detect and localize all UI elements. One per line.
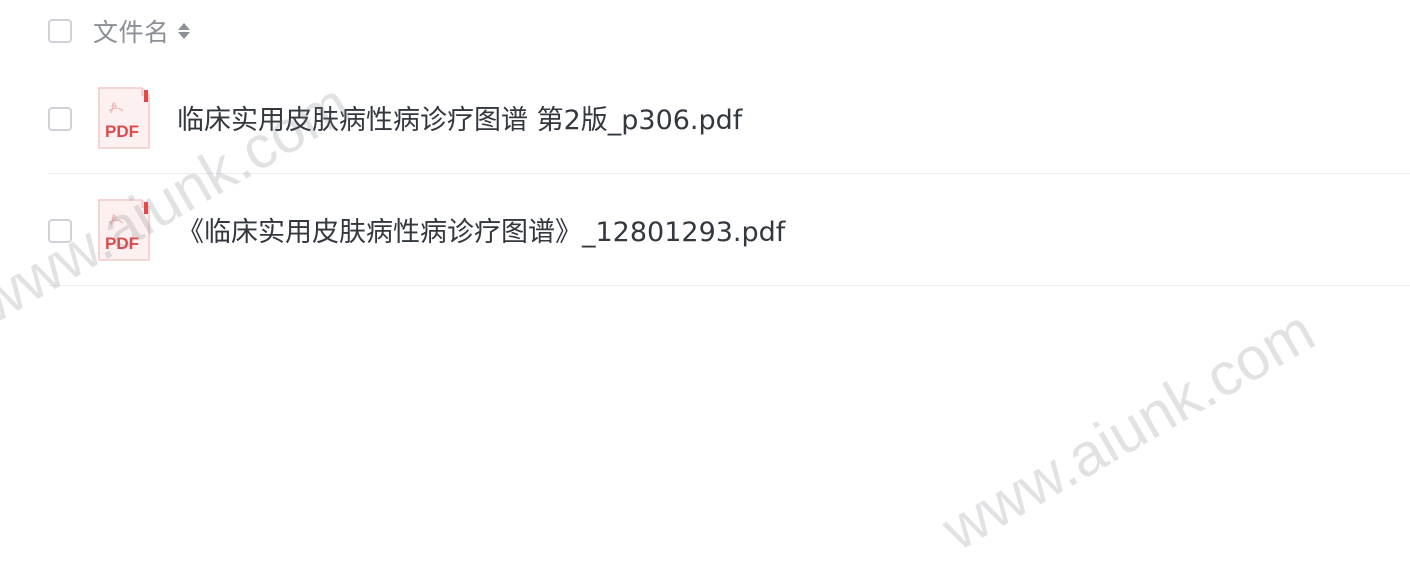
file-row[interactable]: PDF 《临床实用皮肤病性病诊疗图谱》_12801293.pdf xyxy=(48,174,1410,286)
file-row-checkbox[interactable] xyxy=(48,218,72,243)
filename-column-header[interactable]: 文件名 xyxy=(93,13,170,49)
file-name[interactable]: 临床实用皮肤病性病诊疗图谱 第2版_p306.pdf xyxy=(177,98,742,137)
file-row-checkbox[interactable] xyxy=(48,106,72,131)
file-name[interactable]: 《临床实用皮肤病性病诊疗图谱》_12801293.pdf xyxy=(177,210,785,249)
svg-text:PDF: PDF xyxy=(105,234,139,253)
list-header: 文件名 xyxy=(48,0,1410,62)
pdf-file-icon: PDF xyxy=(98,86,150,149)
svg-text:PDF: PDF xyxy=(105,122,139,141)
watermark: www.aiunk.com xyxy=(931,296,1326,564)
file-row[interactable]: PDF 临床实用皮肤病性病诊疗图谱 第2版_p306.pdf xyxy=(48,62,1410,174)
sort-icon[interactable] xyxy=(177,23,190,39)
select-all-checkbox[interactable] xyxy=(48,19,72,43)
pdf-file-icon: PDF xyxy=(98,198,150,261)
file-list: 文件名 PDF 临床实用皮肤病性病诊疗图谱 第2版_p306.pdf PDF 《… xyxy=(48,0,1410,286)
